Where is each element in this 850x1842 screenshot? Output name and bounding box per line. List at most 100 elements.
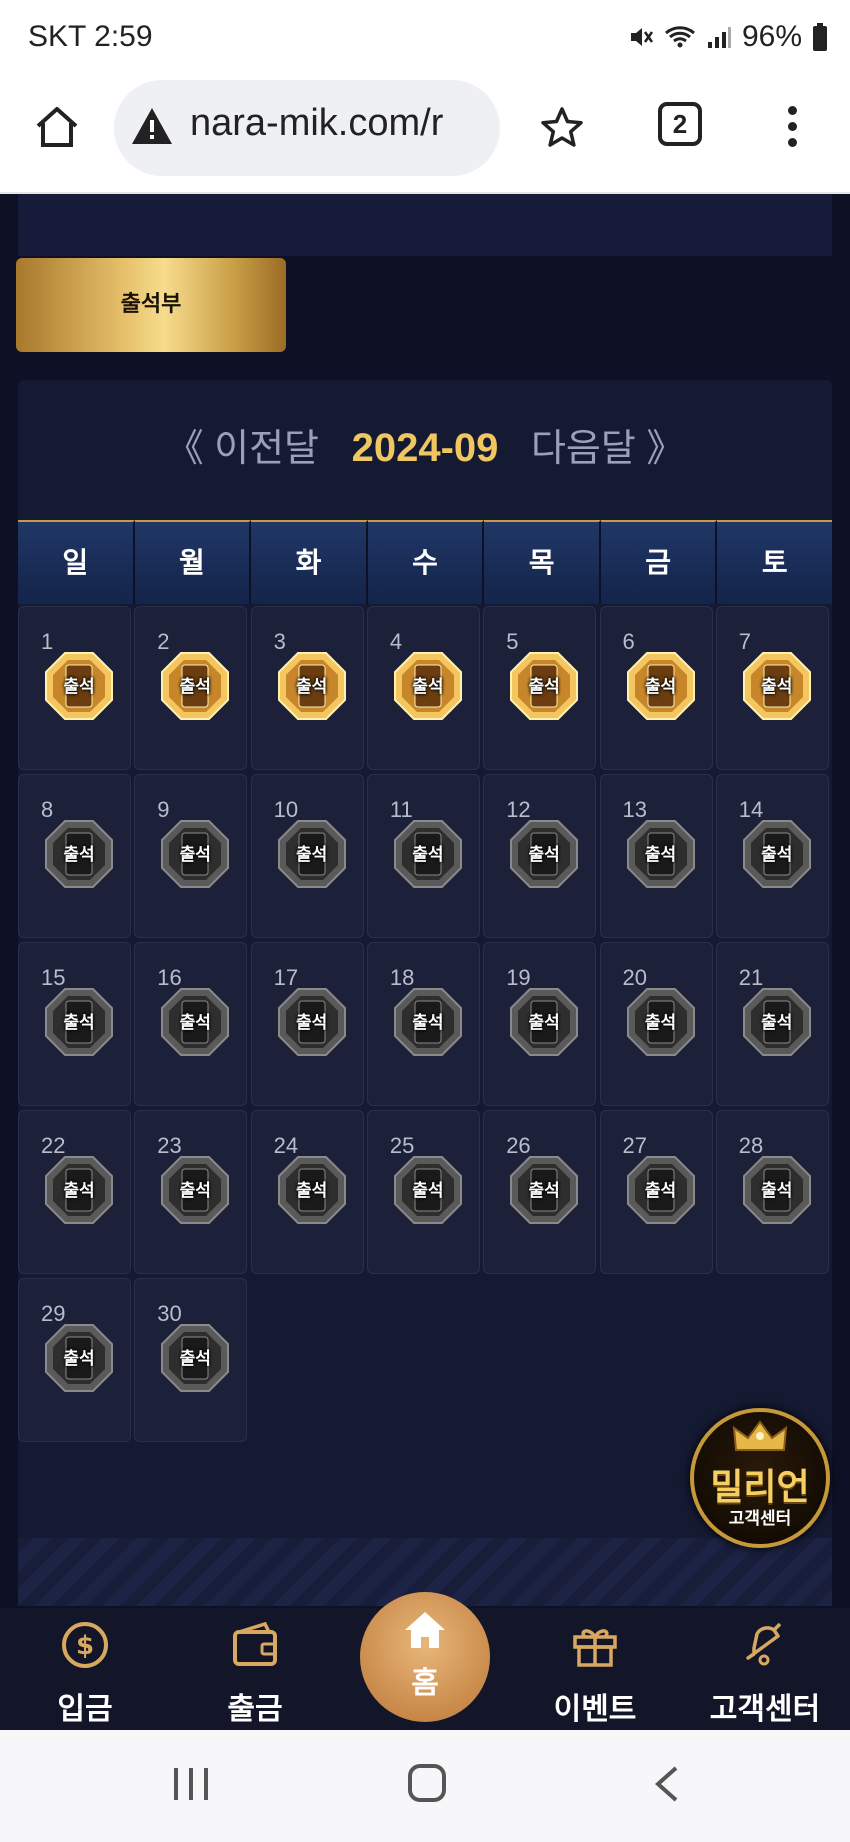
attendance-stamp-gray-icon: 출석	[160, 1155, 230, 1225]
stamp-label: 출석	[528, 1013, 560, 1033]
stamp-label: 출석	[295, 1013, 328, 1033]
attendance-stamp-gray-icon: 출석	[393, 819, 463, 889]
browser-toolbar: nara-mik.com/r 2	[0, 78, 850, 194]
bottom-nav: $ 입금 출금 홈 이벤트 고객센터	[0, 1592, 850, 1730]
calendar-day[interactable]: 28 출석	[715, 1110, 829, 1274]
attendance-stamp-gray-icon: 출석	[277, 987, 347, 1057]
nav-event[interactable]: 이벤트	[530, 1608, 660, 1730]
back-icon[interactable]	[652, 1764, 680, 1804]
nav-support[interactable]: 고객센터	[700, 1608, 830, 1730]
customer-service-badge[interactable]: 밀리언 고객센터	[690, 1408, 830, 1548]
calendar-day[interactable]: 11 출석	[366, 774, 480, 938]
nav-withdraw[interactable]: 출금	[190, 1608, 320, 1730]
nav-home-button[interactable]: 홈	[360, 1592, 490, 1722]
stamp-label: 출석	[412, 845, 444, 865]
calendar-day[interactable]: 25 출석	[366, 1110, 480, 1274]
weekday-wed: 수	[367, 520, 485, 604]
calendar-day[interactable]: 17 출석	[250, 942, 364, 1106]
calendar-day[interactable]: 10 출석	[250, 774, 364, 938]
warning-icon[interactable]	[130, 106, 174, 146]
signal-icon	[707, 27, 731, 48]
calendar-day[interactable]: 22 출석	[18, 1110, 131, 1274]
calendar-day[interactable]: 12 출석	[483, 774, 597, 938]
status-time: SKT 2:59	[28, 20, 153, 53]
attendance-stamp-gold-icon: 출석	[626, 651, 696, 721]
calendar-day[interactable]: 19 출석	[483, 942, 597, 1106]
bookmark-star-icon[interactable]	[540, 106, 584, 148]
calendar-day[interactable]: 4 출석	[366, 606, 480, 770]
calendar-day[interactable]: 21 출석	[715, 942, 829, 1106]
nav-withdraw-label: 출금	[227, 1692, 283, 1727]
android-nav-bar	[0, 1730, 850, 1842]
calendar-day[interactable]: 5 출석	[483, 606, 597, 770]
weekday-tue: 화	[251, 520, 368, 604]
weekday-sat: 토	[717, 520, 833, 604]
calendar-day[interactable]: 9 출석	[134, 774, 248, 938]
stamp-label: 출석	[295, 677, 328, 697]
weekday-fri: 금	[600, 520, 718, 604]
calendar-day[interactable]: 1 출석	[18, 606, 131, 770]
stamp-label: 출석	[179, 1181, 211, 1201]
crown-icon	[732, 1420, 788, 1451]
calendar-day[interactable]: 20 출석	[599, 942, 713, 1106]
stamp-label: 출석	[644, 845, 677, 865]
attendance-stamp-gray-icon: 출석	[160, 1323, 230, 1393]
android-home-icon[interactable]	[408, 1764, 446, 1802]
stamp-label: 출석	[528, 845, 560, 865]
stamp-label: 출석	[63, 677, 95, 697]
attendance-stamp-gray-icon: 출석	[277, 819, 347, 889]
calendar-day[interactable]: 26 출석	[483, 1110, 597, 1274]
stamp-label: 출석	[412, 1013, 444, 1033]
tab-count-button[interactable]: 2	[658, 102, 702, 146]
address-bar[interactable]: nara-mik.com/r	[114, 80, 500, 176]
cs-badge-title: 밀리언	[710, 1467, 810, 1508]
calendar-day[interactable]: 6 출석	[599, 606, 713, 770]
attendance-stamp-gray-icon: 출석	[626, 987, 696, 1057]
calendar-body: 일 월 화 수 목 금 토 1 출석 2 출석 3 출석 4 출석 5 출석 6 출석 7 출석 8 출석 9 출…	[18, 194, 833, 1608]
attendance-stamp-gray-icon: 출석	[160, 987, 230, 1057]
weekday-sun: 일	[18, 520, 135, 604]
stamp-label: 출석	[63, 845, 95, 865]
attendance-stamp-gray-icon: 출석	[44, 1155, 114, 1225]
stamp-label: 출석	[644, 677, 677, 697]
nav-deposit-label: 입금	[57, 1692, 113, 1727]
calendar-day[interactable]: 3 출석	[250, 606, 364, 770]
browser-menu-icon[interactable]	[784, 106, 800, 150]
recent-apps-icon[interactable]	[172, 1766, 210, 1802]
attendance-stamp-gray-icon: 출석	[626, 819, 696, 889]
attendance-stamp-gray-icon: 출석	[44, 1323, 114, 1393]
calendar-day[interactable]: 2 출석	[134, 606, 248, 770]
calendar-day[interactable]: 15 출석	[18, 942, 131, 1106]
stamp-label: 출석	[412, 677, 444, 697]
status-bar: SKT 2:59 96%	[0, 0, 850, 78]
browser-home-icon[interactable]	[32, 102, 82, 152]
calendar-day[interactable]: 18 출석	[366, 942, 480, 1106]
cs-badge-subtitle: 고객센터	[728, 1509, 792, 1529]
calendar-day[interactable]: 27 출석	[599, 1110, 713, 1274]
attendance-stamp-gold-icon: 출석	[742, 651, 812, 721]
attendance-stamp-gray-icon: 출석	[277, 1155, 347, 1225]
attendance-stamp-gray-icon: 출석	[742, 819, 812, 889]
calendar-day[interactable]: 30 출석	[134, 1278, 248, 1442]
battery-icon	[813, 23, 827, 51]
weekday-thu: 목	[484, 520, 601, 604]
battery-percent: 96%	[741, 20, 802, 53]
nav-deposit[interactable]: $ 입금	[20, 1608, 150, 1730]
attendance-stamp-gray-icon: 출석	[44, 819, 114, 889]
wifi-icon	[664, 26, 695, 48]
calendar-day[interactable]: 29 출석	[18, 1278, 131, 1442]
stamp-label: 출석	[761, 845, 793, 865]
calendar-day[interactable]: 14 출석	[715, 774, 829, 938]
attendance-stamp-gray-icon: 출석	[509, 987, 579, 1057]
calendar-day[interactable]: 13 출석	[599, 774, 713, 938]
attendance-stamp-gray-icon: 출석	[509, 819, 579, 889]
calendar-day[interactable]: 8 출석	[18, 774, 131, 938]
stamp-label: 출석	[761, 1181, 793, 1201]
nav-event-label: 이벤트	[553, 1692, 637, 1727]
calendar-day[interactable]: 16 출석	[134, 942, 248, 1106]
calendar-day[interactable]: 24 출석	[250, 1110, 364, 1274]
url-text[interactable]: nara-mik.com/r	[190, 102, 443, 145]
wallet-icon	[233, 1621, 277, 1666]
calendar-day[interactable]: 23 출석	[134, 1110, 248, 1274]
calendar-day[interactable]: 7 출석	[715, 606, 829, 770]
